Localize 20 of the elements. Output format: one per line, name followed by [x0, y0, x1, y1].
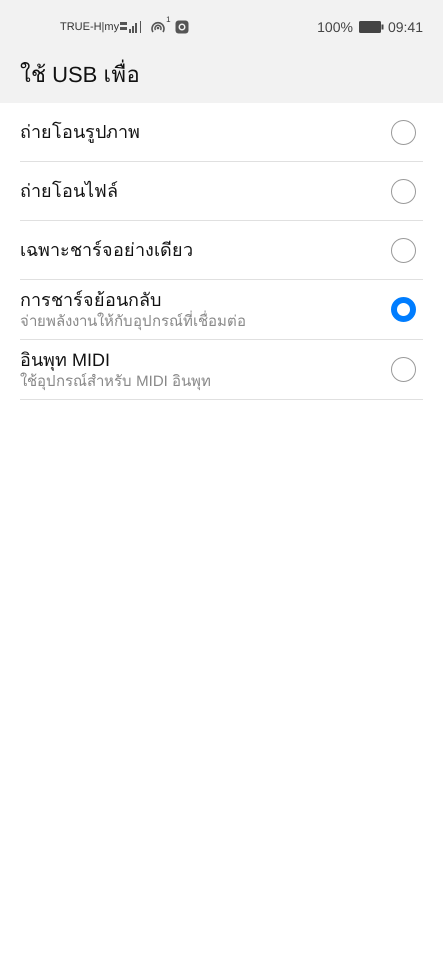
radio-button[interactable] [391, 297, 416, 322]
camera-icon [174, 20, 189, 34]
radio-button[interactable] [391, 178, 416, 204]
option-label: ถ่ายโอนรูปภาพ [20, 120, 141, 144]
option-description: จ่ายพลังงานให้กับอุปกรณ์ที่เชื่อมต่อ [20, 312, 247, 332]
hotspot-icon [150, 20, 166, 34]
option-label: การชาร์จย้อนกลับ [20, 288, 162, 310]
battery-icon [358, 21, 384, 33]
radio-button[interactable] [391, 357, 416, 382]
radio-button[interactable] [391, 238, 416, 262]
radio-button[interactable] [391, 120, 416, 144]
option-label: ถ่ายโอนไฟล์ [20, 180, 119, 203]
screen-title: ใช้ USB เพื่อ [20, 58, 140, 91]
battery-percent: 100% [317, 18, 353, 36]
hotspot-count: 1 [166, 14, 171, 26]
clock: 09:41 [388, 18, 423, 36]
carrier-name: TRUE-H|my [60, 20, 120, 35]
option-label: อินพุท MIDI [20, 348, 111, 372]
option-description: ใช้อุปกรณ์สำหรับ MIDI อินพุท [20, 372, 212, 392]
option-label: เฉพาะชาร์จอย่างเดียว [20, 239, 194, 262]
